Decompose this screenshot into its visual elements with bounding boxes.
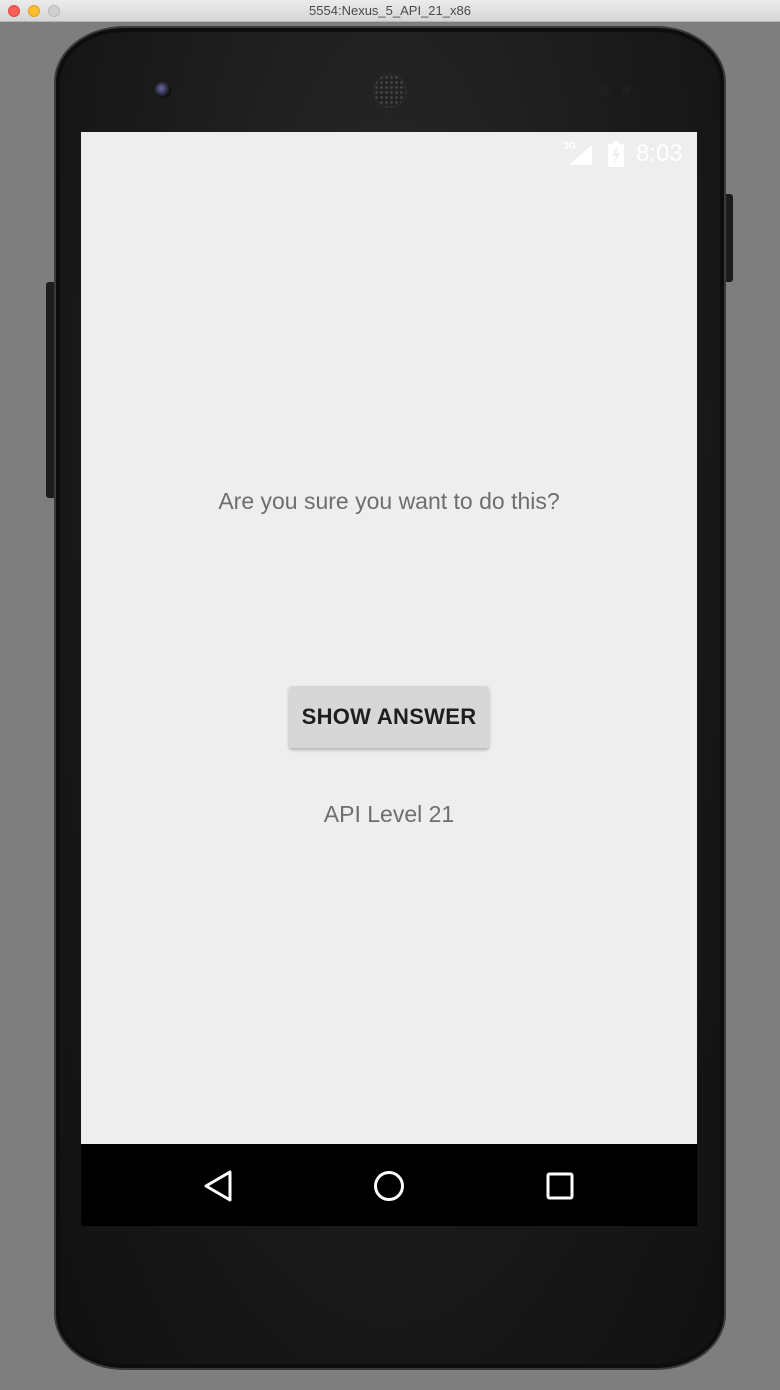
navigation-bar: [81, 1144, 697, 1226]
show-answer-button[interactable]: SHOW ANSWER: [289, 686, 489, 748]
light-sensor: [622, 86, 630, 94]
app-screen: 3G 8:03 Are you sure you want to do this…: [81, 132, 697, 1144]
proximity-sensor: [598, 84, 610, 96]
front-camera-icon: [155, 82, 171, 98]
window-title-bar: 5554:Nexus_5_API_21_x86: [0, 0, 780, 22]
back-triangle-icon: [204, 1170, 232, 1202]
home-circle-icon: [374, 1171, 404, 1201]
status-bar: 3G 8:03: [81, 132, 697, 178]
battery-charging-icon: [608, 141, 624, 167]
window-title: 5554:Nexus_5_API_21_x86: [309, 3, 471, 18]
earpiece-speaker-icon: [373, 74, 407, 108]
question-text: Are you sure you want to do this?: [218, 488, 560, 514]
recents-square-icon: [546, 1172, 574, 1200]
back-button[interactable]: [196, 1164, 240, 1208]
status-clock: 8:03: [636, 140, 683, 167]
home-button[interactable]: [367, 1164, 411, 1208]
cellular-signal-icon: [569, 145, 592, 165]
recents-button[interactable]: [538, 1164, 582, 1208]
api-level-text: API Level 21: [323, 801, 455, 827]
